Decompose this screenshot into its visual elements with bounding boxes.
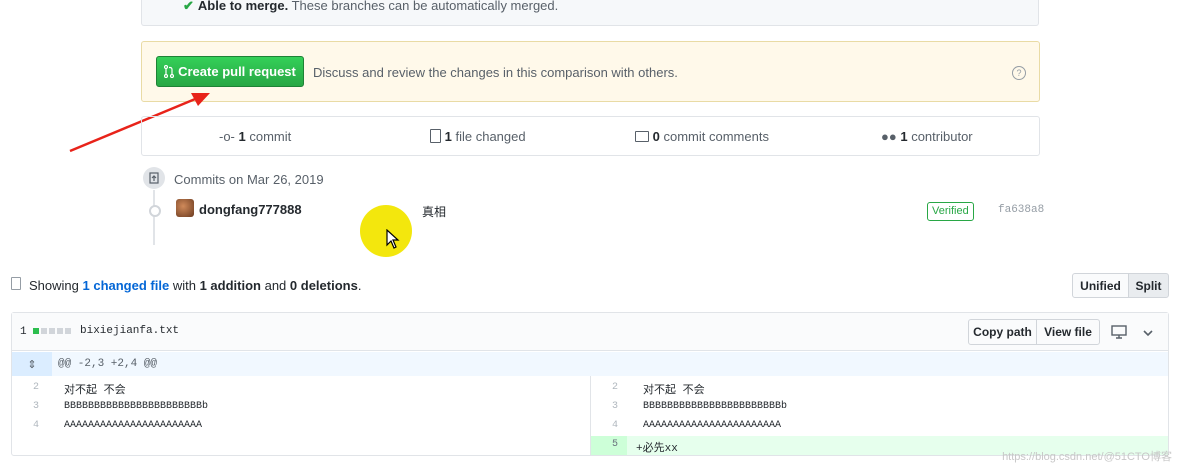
right-line-number[interactable]: 5 — [612, 439, 618, 450]
added-line-gutter — [591, 436, 627, 455]
diff-summary: Showing 1 changed file with 1 addition a… — [29, 278, 361, 293]
create-pr-description: Discuss and review the changes in this c… — [313, 65, 678, 80]
comments-label: commit comments — [663, 129, 769, 144]
hunk-range: @@ -2,3 +2,4 @@ — [58, 358, 158, 370]
left-line-code: 对不起 不会 — [64, 385, 126, 397]
file-change-count: 1 — [20, 326, 27, 338]
create-pr-label: Create pull request — [178, 64, 296, 79]
merge-desc: These branches can be automatically merg… — [291, 0, 559, 13]
merge-title: Able to merge. — [197, 0, 289, 13]
diffstat-neutral-block — [49, 328, 55, 334]
view-file-button[interactable]: View file — [1036, 319, 1100, 345]
right-line-code: BBBBBBBBBBBBBBBBBBBBBBBb — [643, 401, 788, 412]
create-pull-request-button[interactable]: Create pull request — [156, 56, 304, 87]
commit-icon: -o- — [219, 129, 235, 144]
left-line-number[interactable]: 2 — [33, 382, 39, 393]
summary-prefix: Showing — [29, 278, 79, 293]
expand-lines-icon[interactable]: ⇕ — [12, 352, 52, 376]
files-count: 1 — [444, 129, 452, 144]
summary-end: . — [357, 278, 362, 293]
copy-path-button[interactable]: Copy path — [968, 319, 1037, 345]
comment-icon — [635, 131, 649, 142]
contributors-stat[interactable]: ●● 1 contributor — [881, 129, 973, 144]
left-line-number[interactable]: 4 — [33, 420, 39, 431]
comments-count: 0 — [652, 129, 660, 144]
contributors-count: 1 — [900, 129, 908, 144]
diffstat-neutral-block — [57, 328, 63, 334]
comments-stat[interactable]: 0 commit comments — [635, 129, 769, 144]
chevron-down-icon[interactable] — [1142, 326, 1154, 341]
commits-label: commit — [249, 129, 292, 144]
repo-push-icon — [143, 167, 165, 189]
file-icon — [11, 277, 21, 290]
right-line-code: 对不起 不会 — [643, 385, 705, 397]
summary-and: and — [264, 278, 287, 293]
diffstat-neutral-block — [65, 328, 71, 334]
files-stat[interactable]: 1 file changed — [430, 129, 526, 144]
diffstat-neutral-block — [41, 328, 47, 334]
commit-sha[interactable]: fa638a8 — [998, 204, 1044, 216]
contributors-label: contributor — [911, 129, 973, 144]
display-rich-diff-icon[interactable] — [1111, 325, 1127, 342]
verified-badge[interactable]: Verified — [927, 202, 974, 221]
diffstat-add-block — [33, 328, 39, 334]
commits-stat[interactable]: -o- 1 commit — [219, 129, 291, 144]
right-line-number[interactable]: 4 — [612, 420, 618, 431]
right-line-number[interactable]: 2 — [612, 382, 618, 393]
left-line-code: AAAAAAAAAAAAAAAAAAAAAAA — [64, 420, 203, 431]
commit-author[interactable]: dongfang777888 — [199, 202, 302, 217]
unified-toggle[interactable]: Unified — [1072, 273, 1129, 298]
deletions-count: 0 deletions — [289, 278, 358, 293]
check-icon: ✔ — [183, 0, 194, 13]
merge-status: ✔ Able to merge. These branches can be au… — [183, 0, 558, 14]
commit-message[interactable]: 真相 — [422, 203, 446, 220]
file-name[interactable]: bixiejianfa.txt — [80, 325, 179, 337]
commit-dot-icon — [149, 205, 161, 217]
split-toggle[interactable]: Split — [1128, 273, 1169, 298]
pull-request-icon — [164, 65, 175, 78]
left-line-code: BBBBBBBBBBBBBBBBBBBBBBBb — [64, 401, 209, 412]
file-diff-icon — [430, 129, 441, 143]
people-icon: ●● — [881, 129, 897, 144]
commits-date-header: Commits on Mar 26, 2019 — [174, 172, 324, 187]
summary-with: with — [172, 278, 196, 293]
timeline-line — [153, 190, 155, 245]
watermark: https://blog.csdn.net/@51CTO博客 — [1002, 451, 1172, 463]
hunk-header — [12, 352, 1168, 376]
help-icon[interactable]: ? — [1012, 66, 1026, 80]
commits-count: 1 — [238, 129, 246, 144]
right-line-number[interactable]: 3 — [612, 401, 618, 412]
right-line-code: AAAAAAAAAAAAAAAAAAAAAAA — [643, 420, 782, 431]
avatar[interactable] — [176, 199, 194, 217]
changed-files-link[interactable]: 1 changed file — [83, 278, 170, 293]
files-label: file changed — [455, 129, 526, 144]
additions-count: 1 addition — [199, 278, 261, 293]
mouse-cursor-icon — [386, 229, 400, 249]
left-line-number[interactable]: 3 — [33, 401, 39, 412]
added-line-code: +必先xx — [636, 443, 678, 455]
